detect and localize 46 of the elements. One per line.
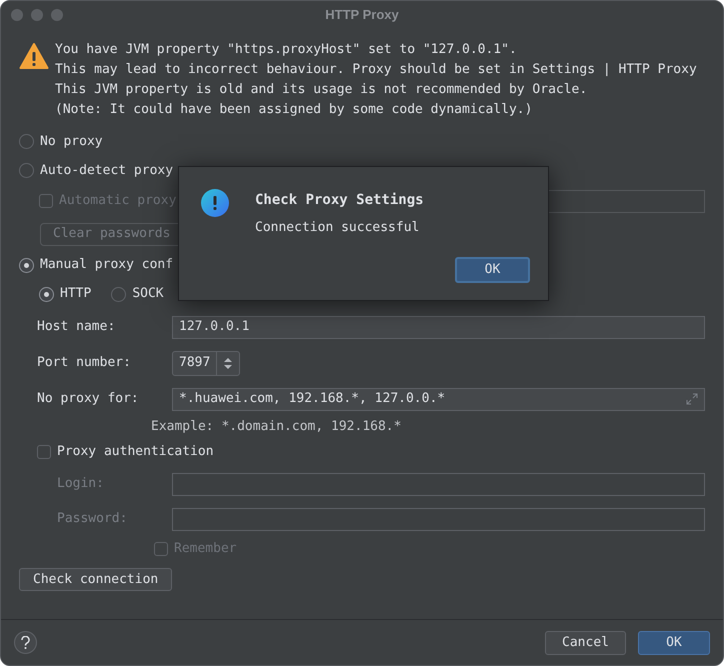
field-label: Password: bbox=[56, 510, 128, 528]
checkbox[interactable] bbox=[39, 194, 53, 208]
no-proxy-field[interactable]: *.huawei.com, 192.168.*, 127.0.0.* bbox=[172, 388, 705, 410]
radio-button[interactable] bbox=[19, 134, 34, 149]
warning-text: (Note: It could have been assigned by some code dynamically.) bbox=[55, 101, 534, 119]
zoom-window-control[interactable] bbox=[51, 9, 63, 21]
checkbox-label: Automatic proxy bbox=[59, 192, 176, 210]
radio-button[interactable] bbox=[19, 258, 34, 272]
radio-button[interactable] bbox=[19, 163, 34, 178]
radio-label: Manual proxy conf bbox=[40, 256, 174, 274]
field-label: Login: bbox=[56, 475, 105, 494]
check-connection-button[interactable]: Check connection bbox=[19, 568, 172, 591]
password-field[interactable] bbox=[172, 508, 705, 530]
help-button[interactable] bbox=[14, 631, 37, 654]
radio-label: Auto-detect proxy bbox=[40, 162, 174, 180]
window-title: HTTP Proxy bbox=[325, 6, 399, 24]
ok-button[interactable]: OK bbox=[455, 256, 530, 282]
radio-button[interactable] bbox=[39, 286, 54, 302]
checkbox[interactable] bbox=[154, 542, 168, 556]
checkbox-label: Proxy authentication bbox=[57, 443, 214, 462]
login-field[interactable] bbox=[172, 472, 705, 496]
warning-text: You have JVM property "https.proxyHost" set to "127.0.0.1". bbox=[55, 41, 518, 59]
host-name-field[interactable]: 127.0.0.1 bbox=[172, 316, 705, 338]
dialog-message: Connection successful bbox=[255, 219, 420, 237]
field-label: No proxy for: bbox=[37, 390, 140, 408]
warning-icon bbox=[19, 42, 49, 70]
ok-button[interactable]: OK bbox=[638, 630, 710, 654]
dialog-title: Check Proxy Settings bbox=[255, 191, 424, 210]
port-number-spinner[interactable]: 7897 bbox=[172, 350, 240, 376]
radio-button[interactable] bbox=[111, 286, 126, 302]
example-hint: Example: *.domain.com, 192.168.* bbox=[151, 419, 402, 434]
close-window-control[interactable] bbox=[11, 9, 23, 21]
warning-text: This JVM property is old and its usage is not recommended by Oracle. bbox=[55, 81, 588, 99]
checkbox-label: Remember bbox=[174, 540, 237, 558]
cancel-button[interactable]: Cancel bbox=[545, 630, 626, 654]
radio-label: No proxy bbox=[40, 132, 103, 151]
minimize-window-control[interactable] bbox=[31, 9, 43, 21]
expand-icon[interactable] bbox=[686, 393, 698, 405]
radio-label: SOCK bbox=[132, 285, 164, 304]
radio-label: HTTP bbox=[60, 285, 92, 304]
warning-text: This may lead to incorrect behaviour. Proxy should be set in Settings | HTTP Proxy bbox=[55, 61, 697, 79]
info-icon bbox=[201, 189, 229, 217]
question-mark-icon bbox=[21, 636, 30, 649]
checkbox[interactable] bbox=[37, 445, 51, 459]
field-label: Host name: bbox=[37, 318, 116, 336]
field-label: Port number: bbox=[37, 354, 132, 372]
